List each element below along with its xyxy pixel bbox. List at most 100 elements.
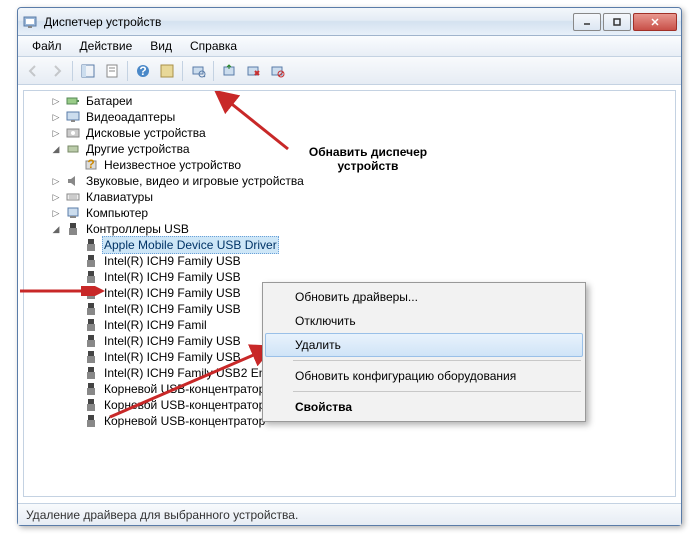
tree-item-label: Intel(R) ICH9 Family USB bbox=[102, 253, 243, 269]
display-icon bbox=[65, 109, 81, 125]
tree-item-label: Звуковые, видео и игровые устройства bbox=[84, 173, 306, 189]
back-button[interactable] bbox=[22, 60, 44, 82]
tree-item[interactable]: ▷ Батареи bbox=[50, 93, 675, 109]
expander-icon bbox=[68, 287, 80, 299]
unknown-icon: ? bbox=[83, 157, 99, 173]
usb-icon bbox=[83, 413, 99, 429]
expander-icon bbox=[68, 271, 80, 283]
tree-item[interactable]: ▷ Клавиатуры bbox=[50, 189, 675, 205]
expander-icon bbox=[68, 159, 80, 171]
audio-icon bbox=[65, 173, 81, 189]
ctx-properties[interactable]: Свойства bbox=[265, 395, 583, 419]
update-driver-button[interactable] bbox=[218, 60, 240, 82]
titlebar[interactable]: Диспетчер устройств bbox=[18, 8, 681, 36]
usb-icon bbox=[83, 397, 99, 413]
tree-item-label: Дисковые устройства bbox=[84, 125, 208, 141]
expander-icon[interactable]: ▷ bbox=[50, 175, 62, 187]
close-button[interactable] bbox=[633, 13, 677, 31]
expander-icon bbox=[68, 367, 80, 379]
tree-item-label: Корневой USB-концентратор bbox=[102, 413, 267, 429]
tree-item-label: Intel(R) ICH9 Family USB bbox=[102, 333, 243, 349]
expander-icon[interactable]: ▷ bbox=[50, 127, 62, 139]
tree-item-label: Intel(R) ICH9 Family USB bbox=[102, 349, 243, 365]
expander-icon bbox=[68, 335, 80, 347]
tree-item-label: Батареи bbox=[84, 93, 134, 109]
tree-item-label: Корневой USB-концентратор bbox=[102, 381, 267, 397]
tree-item[interactable]: ▷Видеоадаптеры bbox=[50, 109, 675, 125]
app-icon bbox=[22, 14, 38, 30]
svg-text:?: ? bbox=[139, 64, 146, 78]
ctx-scan-hardware[interactable]: Обновить конфигурацию оборудования bbox=[265, 364, 583, 388]
tree-item-label: Клавиатуры bbox=[84, 189, 155, 205]
show-hide-console-tree-button[interactable] bbox=[77, 60, 99, 82]
toolbar: ? bbox=[18, 57, 681, 85]
tree-item[interactable]: Apple Mobile Device USB Driver bbox=[68, 237, 675, 253]
tree-item[interactable]: ?Неизвестное устройство bbox=[68, 157, 675, 173]
expander-icon bbox=[68, 399, 80, 411]
device-manager-window: Диспетчер устройств Файл Действие Вид Сп… bbox=[17, 7, 682, 526]
tree-item-label: Intel(R) ICH9 Famil bbox=[102, 317, 209, 333]
help-button[interactable]: ? bbox=[132, 60, 154, 82]
menu-file[interactable]: Файл bbox=[24, 37, 70, 55]
minimize-button[interactable] bbox=[573, 13, 601, 31]
ctx-separator bbox=[293, 360, 581, 361]
scan-hardware-button[interactable] bbox=[187, 60, 209, 82]
expander-icon bbox=[68, 383, 80, 395]
computer-icon bbox=[65, 205, 81, 221]
usb-icon bbox=[65, 221, 81, 237]
expander-icon[interactable]: ▷ bbox=[50, 207, 62, 219]
maximize-button[interactable] bbox=[603, 13, 631, 31]
tree-item[interactable]: Intel(R) ICH9 Family USB bbox=[68, 253, 675, 269]
keyboard-icon bbox=[65, 189, 81, 205]
ctx-separator bbox=[293, 391, 581, 392]
usb-icon bbox=[83, 365, 99, 381]
other-icon bbox=[65, 141, 81, 157]
forward-button[interactable] bbox=[46, 60, 68, 82]
tree-item-label: Intel(R) ICH9 Family USB bbox=[102, 285, 243, 301]
uninstall-button[interactable] bbox=[242, 60, 264, 82]
statusbar: Удаление драйвера для выбранного устройс… bbox=[18, 503, 681, 525]
ctx-disable[interactable]: Отключить bbox=[265, 309, 583, 333]
window-title: Диспетчер устройств bbox=[44, 15, 573, 29]
disable-button[interactable] bbox=[266, 60, 288, 82]
tree-item-label: Неизвестное устройство bbox=[102, 157, 243, 173]
menubar: Файл Действие Вид Справка bbox=[18, 36, 681, 57]
tree-item[interactable]: ◢ Контроллеры USB bbox=[50, 221, 675, 237]
ctx-delete[interactable]: Удалить bbox=[265, 333, 583, 357]
usb-icon bbox=[83, 317, 99, 333]
expander-icon[interactable]: ▷ bbox=[50, 191, 62, 203]
tree-item-label: Корневой USB-концентратор bbox=[102, 397, 267, 413]
tree-item-label: Apple Mobile Device USB Driver bbox=[102, 236, 279, 254]
usb-icon bbox=[83, 333, 99, 349]
tree-item[interactable]: ▷Компьютер bbox=[50, 205, 675, 221]
expander-icon[interactable]: ▷ bbox=[50, 111, 62, 123]
context-menu: Обновить драйверы... Отключить Удалить О… bbox=[262, 282, 586, 422]
usb-icon bbox=[83, 269, 99, 285]
disk-icon bbox=[65, 125, 81, 141]
expander-icon bbox=[68, 255, 80, 267]
tree-item-label: Другие устройства bbox=[84, 141, 192, 157]
statusbar-text: Удаление драйвера для выбранного устройс… bbox=[26, 508, 298, 522]
expander-icon[interactable]: ▷ bbox=[50, 95, 62, 107]
menu-action[interactable]: Действие bbox=[72, 37, 141, 55]
expander-icon bbox=[68, 319, 80, 331]
usb-icon bbox=[83, 301, 99, 317]
tree-item[interactable]: ◢ Другие устройства bbox=[50, 141, 675, 157]
usb-icon bbox=[83, 349, 99, 365]
tree-item-label: Контроллеры USB bbox=[84, 221, 191, 237]
menu-help[interactable]: Справка bbox=[182, 37, 245, 55]
usb-icon bbox=[83, 237, 99, 253]
usb-icon bbox=[83, 253, 99, 269]
expander-icon[interactable]: ◢ bbox=[50, 223, 62, 235]
menu-view[interactable]: Вид bbox=[142, 37, 180, 55]
tree-item-label: Intel(R) ICH9 Family USB bbox=[102, 301, 243, 317]
expander-icon[interactable]: ◢ bbox=[50, 143, 62, 155]
tree-item[interactable]: ▷ Дисковые устройства bbox=[50, 125, 675, 141]
tree-item[interactable]: ▷ Звуковые, видео и игровые устройства bbox=[50, 173, 675, 189]
ctx-update-drivers[interactable]: Обновить драйверы... bbox=[265, 285, 583, 309]
expander-icon bbox=[68, 303, 80, 315]
action-button[interactable] bbox=[156, 60, 178, 82]
expander-icon bbox=[68, 415, 80, 427]
properties-button[interactable] bbox=[101, 60, 123, 82]
expander-icon bbox=[68, 351, 80, 363]
